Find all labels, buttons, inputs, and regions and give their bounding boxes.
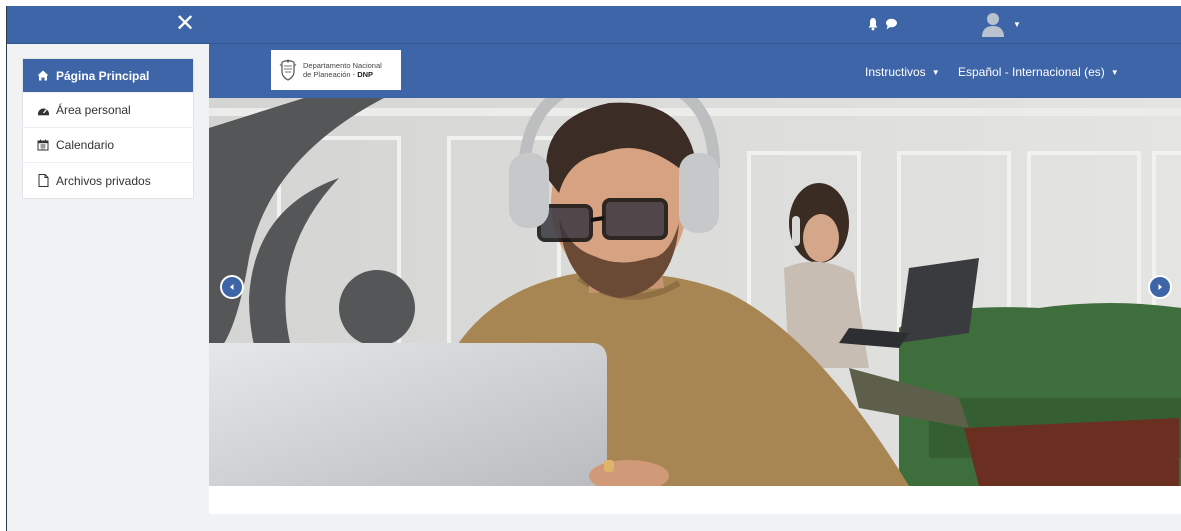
bell-icon[interactable] <box>867 17 879 31</box>
sidebar-nav: Página Principal Área personal Calendari… <box>22 58 194 199</box>
top-navbar: ✕ ▼ <box>7 6 1181 44</box>
close-drawer-button[interactable]: ✕ <box>172 11 198 37</box>
carousel-slide-image <box>209 98 1181 486</box>
sidebar-item-pagina-principal[interactable]: Página Principal <box>23 59 193 93</box>
chevron-down-icon: ▼ <box>1110 67 1119 77</box>
sidebar-item-archivos-privados[interactable]: Archivos privados <box>23 163 193 198</box>
instructivos-label: Instructivos <box>865 65 926 79</box>
calendar-icon <box>36 139 50 151</box>
instructivos-menu[interactable]: Instructivos ▼ <box>865 65 940 79</box>
logo-line2: de Planeación - DNP <box>303 70 382 79</box>
app-window: ✕ ▼ Página Principal Área personal Calen… <box>6 6 1181 531</box>
language-menu[interactable]: Español - Internacional (es) ▼ <box>958 65 1119 79</box>
chevron-down-icon: ▼ <box>1013 19 1021 29</box>
logo-text: Departamento Nacional de Planeación - DN… <box>303 61 382 79</box>
carousel-prev-button[interactable] <box>220 275 244 299</box>
carousel-next-button[interactable] <box>1148 275 1172 299</box>
sidebar-item-label: Calendario <box>56 138 115 152</box>
user-menu[interactable]: ▼ <box>979 10 1021 38</box>
top-icons <box>867 17 897 31</box>
site-header: Departamento Nacional de Planeación - DN… <box>209 44 1181 98</box>
caret-right-icon <box>1158 284 1162 290</box>
avatar-icon <box>979 10 1007 38</box>
chat-icon[interactable] <box>885 17 897 31</box>
sidebar-item-calendario[interactable]: Calendario <box>23 128 193 163</box>
file-icon <box>36 174 50 187</box>
logo-line2-bold: DNP <box>357 70 374 79</box>
dashboard-icon <box>36 104 50 116</box>
sidebar-item-label: Área personal <box>56 103 131 117</box>
logo-line2-text: de Planeación - <box>303 70 358 79</box>
chevron-down-icon: ▼ <box>931 67 940 77</box>
sidebar-item-label: Archivos privados <box>56 173 151 188</box>
home-icon <box>36 70 50 82</box>
language-label: Español - Internacional (es) <box>958 65 1105 79</box>
coat-of-arms-icon <box>279 58 297 82</box>
sidebar-item-label: Página Principal <box>56 68 150 83</box>
caret-left-icon <box>230 284 234 290</box>
logo-line1: Departamento Nacional <box>303 61 382 70</box>
sidebar-item-area-personal[interactable]: Área personal <box>23 93 193 128</box>
content-strip <box>209 486 1181 514</box>
hero-carousel <box>209 98 1181 486</box>
dnp-logo[interactable]: Departamento Nacional de Planeación - DN… <box>271 50 401 90</box>
